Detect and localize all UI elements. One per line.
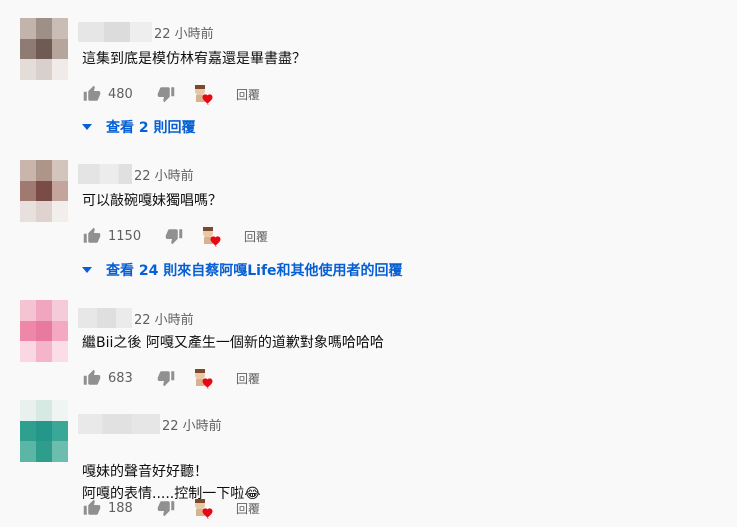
avatar-pixel xyxy=(20,201,36,222)
avatar-pixel xyxy=(20,18,36,39)
avatar-pixel xyxy=(36,400,52,421)
avatar-pixel xyxy=(52,180,68,202)
comment-meta: 22 小時前 xyxy=(78,22,214,42)
like-count: 683 xyxy=(108,370,133,386)
avatar-pixel xyxy=(36,38,52,60)
like-count: 188 xyxy=(108,500,133,516)
avatar-pixel xyxy=(20,320,36,342)
avatar-pixel xyxy=(20,180,36,202)
comment-timestamp[interactable]: 22 小時前 xyxy=(134,165,194,184)
creator-heart-icon[interactable] xyxy=(190,496,214,520)
avatar-pixel xyxy=(36,420,52,442)
comment-actions: 188 回覆 xyxy=(82,496,260,520)
avatar-pixel xyxy=(52,160,68,181)
like-button[interactable] xyxy=(82,226,102,246)
like-button[interactable] xyxy=(82,84,102,104)
avatar-pixel xyxy=(36,18,52,39)
view-replies-button[interactable]: 查看 2 則回覆 xyxy=(82,116,196,138)
thumb-down-icon xyxy=(165,229,183,245)
avatar-pixel xyxy=(52,341,68,362)
author-name[interactable] xyxy=(78,164,132,184)
comment-timestamp[interactable]: 22 小時前 xyxy=(134,309,194,328)
comment-text: 這集到底是模仿林宥嘉還是畢書盡？ xyxy=(82,51,306,67)
comment-meta: 22 小時前 xyxy=(78,308,194,328)
comment-actions: 480 回覆 xyxy=(82,82,260,106)
thumb-up-icon xyxy=(83,499,101,515)
avatar-pixel xyxy=(20,300,36,321)
avatar-pixel xyxy=(20,420,36,442)
comment-meta: 22 小時前 xyxy=(78,164,194,184)
avatar-pixel xyxy=(52,400,68,421)
like-button[interactable] xyxy=(82,498,102,518)
creator-heart-icon[interactable] xyxy=(198,224,222,248)
caret-down-icon xyxy=(82,124,92,130)
avatar-pixel xyxy=(20,160,36,181)
avatar-pixel xyxy=(52,59,68,80)
avatar-pixel xyxy=(20,341,36,362)
reply-button[interactable]: 回覆 xyxy=(244,228,268,245)
comment-meta: 22 小時前 xyxy=(78,414,222,434)
avatar-pixel xyxy=(20,441,36,462)
dislike-button[interactable] xyxy=(156,368,176,388)
thumb-down-icon xyxy=(157,371,175,387)
avatar-pixel xyxy=(36,300,52,321)
avatar-pixel xyxy=(52,18,68,39)
like-button[interactable] xyxy=(82,368,102,388)
dislike-button[interactable] xyxy=(156,84,176,104)
avatar-pixel xyxy=(36,59,52,80)
creator-heart-icon[interactable] xyxy=(190,366,214,390)
avatar-pixel xyxy=(20,59,36,80)
avatar-pixel xyxy=(36,341,52,362)
reply-button[interactable]: 回覆 xyxy=(236,86,260,103)
comment-text: 可以敲碗嘎妹獨唱嗎？ xyxy=(82,193,222,209)
view-replies-button[interactable]: 查看 24 則來自蔡阿嘎Life和其他使用者的回覆 xyxy=(82,259,403,281)
comment-actions: 1150 回覆 xyxy=(82,224,268,248)
dislike-button[interactable] xyxy=(156,498,176,518)
avatar-pixel xyxy=(52,300,68,321)
dislike-button[interactable] xyxy=(164,226,184,246)
avatar-pixel xyxy=(36,180,52,202)
avatar-pixel xyxy=(36,201,52,222)
reply-button[interactable]: 回覆 xyxy=(236,370,260,387)
author-name[interactable] xyxy=(78,308,132,328)
thumb-up-icon xyxy=(83,85,101,101)
avatar-pixel xyxy=(20,38,36,60)
avatar-pixel xyxy=(52,441,68,462)
avatar[interactable] xyxy=(20,18,68,80)
thumb-down-icon xyxy=(157,501,175,517)
thumb-down-icon xyxy=(157,87,175,103)
avatar[interactable] xyxy=(20,300,68,362)
avatar-pixel xyxy=(36,320,52,342)
avatar-pixel xyxy=(52,420,68,442)
avatar-pixel xyxy=(20,400,36,421)
author-name[interactable] xyxy=(78,414,160,434)
comment-timestamp[interactable]: 22 小時前 xyxy=(154,23,214,42)
author-name[interactable] xyxy=(78,22,152,42)
creator-heart-icon[interactable] xyxy=(190,82,214,106)
comment-timestamp[interactable]: 22 小時前 xyxy=(162,415,222,434)
reply-button[interactable]: 回覆 xyxy=(236,500,260,517)
comment-actions: 683 回覆 xyxy=(82,366,260,390)
avatar-pixel xyxy=(36,160,52,181)
avatar[interactable] xyxy=(20,160,68,222)
view-replies-label: 查看 24 則來自蔡阿嘎Life和其他使用者的回覆 xyxy=(106,263,403,279)
view-replies-label: 查看 2 則回覆 xyxy=(106,120,196,136)
comment-text: 繼Bii之後 阿嘎又產生一個新的道歉對象嗎哈哈哈 xyxy=(82,335,384,351)
avatar-pixel xyxy=(52,201,68,222)
avatar[interactable] xyxy=(20,400,68,462)
caret-down-icon xyxy=(82,267,92,273)
thumb-up-icon xyxy=(83,369,101,385)
avatar-pixel xyxy=(52,320,68,342)
thumb-up-icon xyxy=(83,227,101,243)
like-count: 1150 xyxy=(108,228,142,244)
avatar-pixel xyxy=(36,441,52,462)
avatar-pixel xyxy=(52,38,68,60)
like-count: 480 xyxy=(108,86,133,102)
